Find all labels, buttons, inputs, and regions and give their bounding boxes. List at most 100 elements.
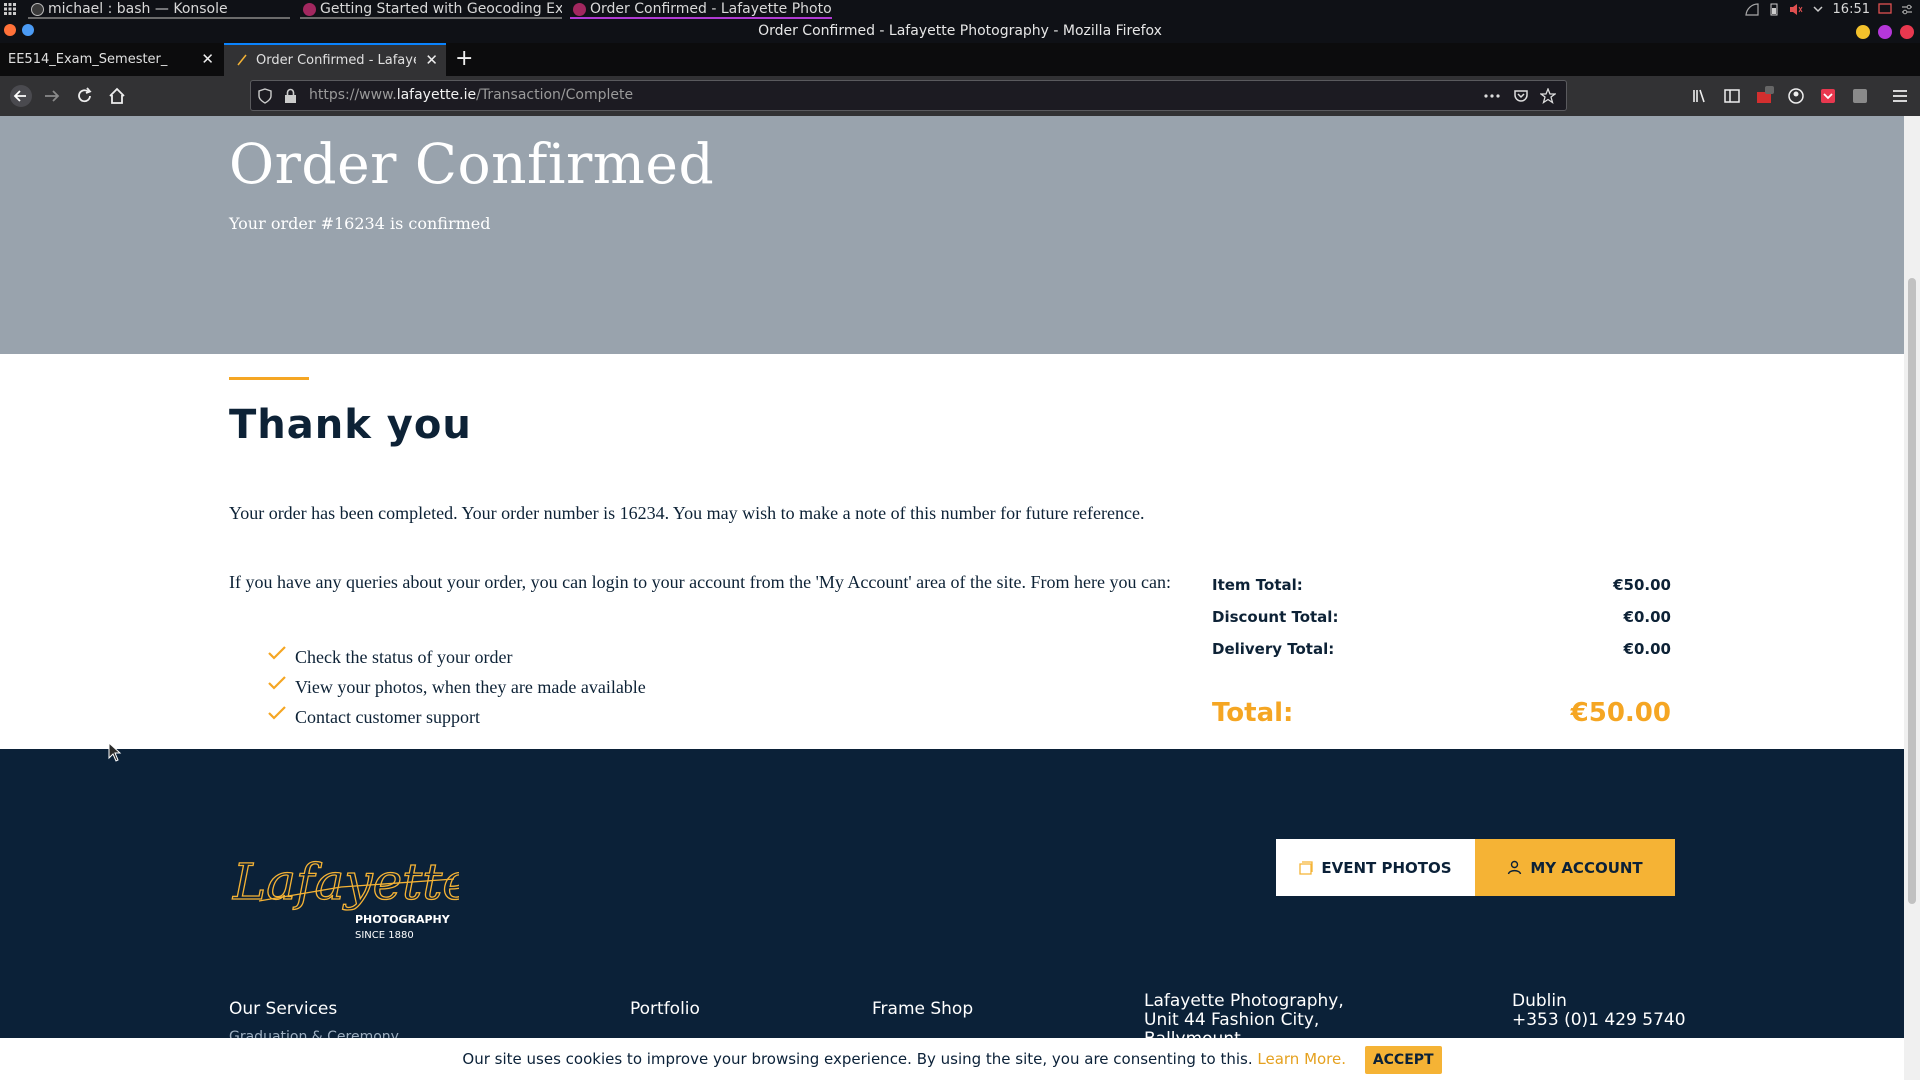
- account-features-list: Check the status of your order View your…: [268, 642, 646, 732]
- lafayette-logo[interactable]: Lafayette PHOTOGRAPHY SINCE 1880: [229, 839, 459, 949]
- page-scrollbar[interactable]: [1904, 116, 1920, 1080]
- taskbar-item-order-confirmed[interactable]: Order Confirmed - Lafayette Photo...: [570, 0, 832, 19]
- page-viewport: Order Confirmed Your order #16234 is con…: [0, 116, 1904, 1080]
- wifi-icon[interactable]: [1744, 3, 1759, 16]
- reload-button[interactable]: [75, 86, 95, 106]
- extension-red-icon[interactable]: [1754, 86, 1774, 106]
- battery-icon[interactable]: [1767, 3, 1781, 16]
- discount-total-value: €0.00: [1623, 608, 1671, 626]
- footer-portfolio[interactable]: Portfolio: [630, 999, 700, 1019]
- url-text: https://www.lafayette.ie/Transaction/Com…: [309, 87, 634, 103]
- event-photos-button[interactable]: EVENT PHOTOS: [1276, 839, 1475, 896]
- window-title: Order Confirmed - Lafayette Photography …: [758, 23, 1162, 39]
- app-grid-icon[interactable]: [4, 3, 16, 15]
- maximize-button[interactable]: [1878, 25, 1892, 39]
- settings-icon[interactable]: [1900, 3, 1914, 16]
- close-icon[interactable]: ✕: [201, 43, 214, 76]
- hero-banner: Order Confirmed Your order #16234 is con…: [0, 116, 1904, 354]
- checkmark-icon: [268, 706, 286, 720]
- list-item: Contact customer support: [268, 702, 646, 732]
- taskbar-item-label: Order Confirmed - Lafayette Photo...: [590, 1, 832, 17]
- pin-icon[interactable]: [22, 24, 34, 36]
- tab-exam[interactable]: EE514_Exam_Semester_1_20 ✕: [0, 43, 222, 76]
- footer-button-group: EVENT PHOTOS MY ACCOUNT: [1276, 839, 1675, 896]
- volume-muted-icon[interactable]: [1789, 3, 1803, 16]
- thank-you-heading: Thank you: [229, 402, 472, 448]
- accept-cookies-button[interactable]: ACCEPT: [1364, 1045, 1442, 1074]
- taskbar-item-label: michael : bash — Konsole: [48, 1, 228, 17]
- footer-frame-shop[interactable]: Frame Shop: [872, 999, 973, 1019]
- heading-accent-rule: [229, 377, 309, 380]
- clock[interactable]: 16:51: [1833, 2, 1870, 17]
- desktop-icon[interactable]: [1878, 3, 1892, 16]
- svg-text:SINCE 1880: SINCE 1880: [355, 930, 414, 941]
- navigation-toolbar: https://www.lafayette.ie/Transaction/Com…: [0, 76, 1920, 116]
- account-icon[interactable]: [1786, 86, 1806, 106]
- lafayette-favicon-icon: [236, 54, 248, 66]
- order-subtitle: Your order #16234 is confirmed: [229, 214, 491, 233]
- tab-strip: EE514_Exam_Semester_1_20 ✕ Order Confirm…: [0, 43, 1920, 76]
- minimize-button[interactable]: [1856, 25, 1870, 39]
- terminal-icon: [31, 3, 44, 16]
- svg-text:Lafayette: Lafayette: [232, 853, 459, 911]
- firefox-icon: [573, 3, 586, 16]
- hamburger-menu-icon[interactable]: [1890, 86, 1910, 106]
- url-bar[interactable]: https://www.lafayette.ie/Transaction/Com…: [250, 80, 1567, 111]
- site-footer: Lafayette PHOTOGRAPHY SINCE 1880 EVENT P…: [0, 749, 1904, 1080]
- tab-label: Order Confirmed - Lafayette: [256, 53, 416, 68]
- list-item-label: Check the status of your order: [295, 647, 513, 667]
- photo-icon: [1299, 860, 1314, 875]
- learn-more-link[interactable]: Learn More.: [1257, 1050, 1346, 1068]
- system-tray: 16:51: [1744, 0, 1914, 19]
- grand-total-label: Total:: [1212, 698, 1294, 728]
- pocket-icon[interactable]: [1513, 88, 1529, 104]
- forward-button[interactable]: [42, 86, 62, 106]
- footer-phone[interactable]: +353 (0)1 429 5740: [1512, 1011, 1686, 1030]
- discount-total-row: Discount Total: €0.00: [1212, 608, 1671, 626]
- checkmark-icon: [268, 646, 286, 660]
- list-item-label: Contact customer support: [295, 707, 480, 727]
- item-total-row: Item Total: €50.00: [1212, 576, 1671, 594]
- sidebar-icon[interactable]: [1722, 86, 1742, 106]
- taskbar-item-konsole[interactable]: michael : bash — Konsole: [28, 0, 290, 19]
- cookie-text: Our site uses cookies to improve your br…: [462, 1050, 1253, 1068]
- order-complete-paragraph: Your order has been completed. Your orde…: [229, 503, 1145, 523]
- more-actions-icon[interactable]: [1484, 94, 1500, 98]
- queries-paragraph: If you have any queries about your order…: [229, 572, 1171, 592]
- close-button[interactable]: [1900, 25, 1914, 39]
- os-top-panel: michael : bash — Konsole Getting Started…: [0, 0, 1920, 19]
- my-account-button[interactable]: MY ACCOUNT: [1475, 839, 1675, 896]
- list-item: Check the status of your order: [268, 642, 646, 672]
- item-total-value: €50.00: [1613, 576, 1671, 594]
- page-title: Order Confirmed: [229, 132, 715, 196]
- scrollbar-thumb[interactable]: [1908, 278, 1916, 904]
- footer-contact: Dublin +353 (0)1 429 5740: [1512, 992, 1686, 1030]
- firefox-icon: [4, 24, 16, 36]
- footer-city: Dublin: [1512, 991, 1567, 1011]
- taskbar-item-label: Getting Started with Geocoding Ex...: [320, 1, 562, 17]
- discount-total-label: Discount Total:: [1212, 608, 1339, 626]
- library-icon[interactable]: [1690, 86, 1710, 106]
- footer-our-services[interactable]: Our Services: [229, 999, 337, 1019]
- home-button[interactable]: [107, 86, 127, 106]
- firefox-icon: [303, 3, 316, 16]
- extension-grey-icon[interactable]: [1850, 86, 1870, 106]
- item-total-label: Item Total:: [1212, 576, 1303, 594]
- cookie-banner: Our site uses cookies to improve your br…: [0, 1038, 1904, 1080]
- close-icon[interactable]: ✕: [425, 45, 438, 76]
- tab-order-confirmed[interactable]: Order Confirmed - Lafayette ✕: [224, 43, 446, 76]
- window-titlebar: Order Confirmed - Lafayette Photography …: [0, 19, 1920, 43]
- taskbar-item-geocoding[interactable]: Getting Started with Geocoding Ex...: [300, 0, 562, 19]
- chevron-down-icon[interactable]: [1811, 3, 1825, 16]
- shield-icon[interactable]: [258, 88, 272, 104]
- tab-label: EE514_Exam_Semester_1_20: [8, 52, 168, 67]
- lock-icon[interactable]: [284, 88, 297, 104]
- list-item-label: View your photos, when they are made ava…: [295, 677, 646, 697]
- new-tab-button[interactable]: +: [455, 43, 473, 76]
- back-button[interactable]: [10, 85, 32, 107]
- bookmark-star-icon[interactable]: [1540, 88, 1556, 104]
- pocket-extension-icon[interactable]: [1818, 86, 1838, 106]
- delivery-total-row: Delivery Total: €0.00: [1212, 640, 1671, 658]
- delivery-total-value: €0.00: [1623, 640, 1671, 658]
- svg-text:PHOTOGRAPHY: PHOTOGRAPHY: [355, 913, 451, 926]
